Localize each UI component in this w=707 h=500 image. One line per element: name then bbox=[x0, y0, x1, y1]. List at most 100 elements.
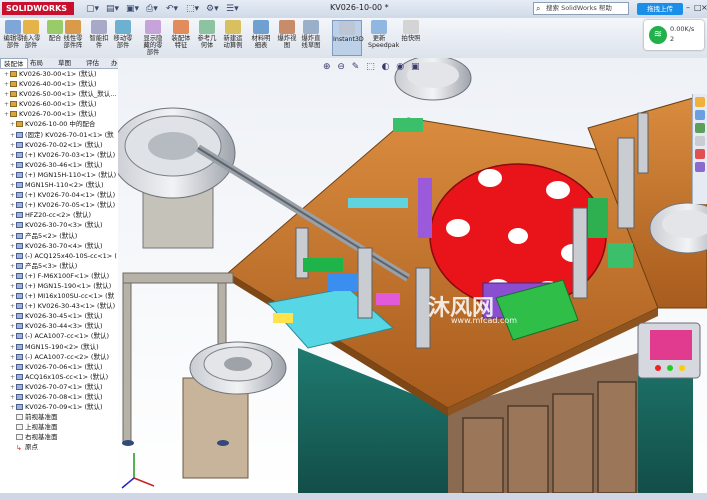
tree-item[interactable]: + KV026-70-09<1> (默认) bbox=[0, 402, 118, 412]
command-manager-ribbon: 编辑零 部件 插入零 部件 配合 线性零 部件阵 智能扣 件移动零 部件 显示隐 藏的零 … bbox=[0, 18, 707, 59]
tree-item[interactable]: + MGN15H-110<2> (默认) bbox=[0, 180, 118, 190]
solidworks-logo: SOLIDWORKS bbox=[2, 2, 74, 15]
tree-item[interactable]: + (固定) KV026-70-01<1> (默 bbox=[0, 130, 118, 140]
tab-2[interactable]: 草图 bbox=[55, 58, 74, 68]
tree-item-label: 产品5<3> (默认) bbox=[25, 261, 78, 270]
tree-item[interactable]: + KV026-30-46<1> (默认) bbox=[0, 160, 118, 170]
assembly-icon bbox=[16, 121, 23, 128]
tree-item[interactable]: + 产品5<3> (默认) bbox=[0, 261, 118, 271]
ribbon-button-5[interactable]: 移动零 部件 bbox=[112, 20, 134, 49]
tree-item[interactable]: + KV026-70-06<1> (默认) bbox=[0, 362, 118, 372]
tree-item[interactable]: + KV026-30-70<3> (默认) bbox=[0, 220, 118, 230]
design-library-icon[interactable] bbox=[695, 110, 705, 120]
tree-item[interactable]: + (+) KV026-70-03<1> (默认) bbox=[0, 150, 118, 160]
assembly-icon bbox=[10, 101, 17, 108]
tree-item[interactable]: + (-) ACA1007-cc<2> (默认) bbox=[0, 352, 118, 362]
minimize-icon[interactable]: – bbox=[686, 3, 690, 12]
ribbon-button-9[interactable]: 新建运 动算例 bbox=[222, 20, 244, 49]
file-explorer-icon[interactable] bbox=[695, 123, 705, 133]
custom-properties-icon[interactable] bbox=[695, 162, 705, 172]
ribbon-button-14[interactable]: 更新 Speedpak bbox=[368, 20, 399, 49]
resources-icon[interactable] bbox=[695, 97, 705, 107]
task-pane-tabs[interactable] bbox=[692, 94, 707, 204]
tree-item[interactable]: + (+) KV026-30-43<1> (默认) bbox=[0, 301, 118, 311]
ribbon-button-15[interactable]: 拍快照 bbox=[400, 20, 422, 42]
ribbon-button-label: 线性零 部件阵 bbox=[63, 35, 83, 49]
options-icon[interactable]: ☰▾ bbox=[226, 2, 239, 16]
tab-0[interactable]: 装配体 bbox=[0, 58, 28, 68]
close-icon[interactable]: × bbox=[701, 3, 707, 12]
tree-item[interactable]: + KV026-70-00<1> (默认) bbox=[0, 109, 118, 119]
rebuild-icon[interactable]: ⚙▾ bbox=[206, 2, 219, 16]
ribbon-button-icon bbox=[371, 20, 387, 34]
tree-item[interactable]: + KV026-30-44<3> (默认) bbox=[0, 321, 118, 331]
tree-item[interactable]: + (+) KV026-70-04<1> (默认) bbox=[0, 190, 118, 200]
tree-item[interactable]: + (+) MGN15-190<1> (默认) bbox=[0, 281, 118, 291]
feature-manager-tree[interactable]: + KV026-30-00<1> (默认) + KV026-40-00<1> (默认)… bbox=[0, 69, 119, 494]
part-icon bbox=[16, 232, 23, 239]
ribbon-button-icon bbox=[253, 20, 269, 34]
new-file-icon[interactable]: ▢▾ bbox=[86, 2, 99, 16]
tree-item[interactable]: + 产品5<2> (默认) bbox=[0, 231, 118, 241]
select-icon[interactable]: ⬚▾ bbox=[186, 2, 199, 16]
frame-leg-left bbox=[122, 282, 132, 444]
tree-item[interactable]: + KV026-70-07<1> (默认) bbox=[0, 382, 118, 392]
ribbon-button-6[interactable]: 显示隐 藏的零 部件 bbox=[142, 20, 164, 56]
appearances-icon[interactable] bbox=[695, 149, 705, 159]
command-tabs: 装配体布局草图评估办公室产品 bbox=[0, 58, 118, 107]
part-icon bbox=[16, 404, 23, 411]
help-search-input[interactable]: ⌕ 搜索 SolidWorks 帮助 bbox=[533, 2, 629, 15]
tree-item[interactable]: + KV026-30-70<4> (默认) bbox=[0, 241, 118, 251]
tree-item[interactable]: + (+) MGN15H-110<1> (默认) bbox=[0, 170, 118, 180]
tab-3[interactable]: 评估 bbox=[83, 58, 102, 68]
tree-item[interactable]: + KV026-30-00<1> (默认) bbox=[0, 69, 118, 79]
ribbon-button-4[interactable]: 智能扣 件 bbox=[88, 20, 110, 49]
tree-item[interactable]: + KV026-10-00 中的配合 bbox=[0, 119, 118, 129]
tree-item-label: (+) F-M6X100F<1> (默认) bbox=[25, 271, 110, 280]
tree-item[interactable]: + (-) ACQ125x40-10S-cc<1> ( bbox=[0, 251, 118, 261]
ribbon-button-1[interactable]: 插入零 部件 bbox=[20, 20, 42, 49]
ribbon-button-11[interactable]: 爆炸视 图 bbox=[276, 20, 298, 49]
graphics-viewport[interactable]: ⊕ ⊖ ✎ ⬚ ◐ ◉ ▣ 沐风网 www.mfcad.com bbox=[118, 58, 707, 493]
tree-item[interactable]: + ACQ16x10S-cc<1> (默认) bbox=[0, 372, 118, 382]
ribbon-button-12[interactable]: 爆炸直 线草图 bbox=[300, 20, 322, 49]
ribbon-button-8[interactable]: 参考几 何体 bbox=[196, 20, 218, 49]
tree-item[interactable]: 右视基准面 bbox=[0, 432, 118, 442]
part-icon bbox=[16, 242, 23, 249]
tree-item[interactable]: + KV026-30-45<1> (默认) bbox=[0, 311, 118, 321]
tab-1[interactable]: 布局 bbox=[27, 58, 46, 68]
tree-item[interactable]: ↳ 原点 bbox=[0, 442, 118, 452]
tree-item[interactable]: + KV026-40-00<1> (默认) bbox=[0, 79, 118, 89]
ribbon-button-7[interactable]: 装配体 特征 bbox=[170, 20, 192, 49]
tree-item[interactable]: + MGN15-190<2> (默认) bbox=[0, 342, 118, 352]
print-icon[interactable]: ⎙▾ bbox=[146, 2, 158, 16]
tree-item-label: (+) MGN15H-110<1> (默认) bbox=[25, 170, 117, 179]
tree-item[interactable]: + KV026-60-00<1> (默认) bbox=[0, 99, 118, 109]
heads-up-view-toolbar[interactable]: ⊕ ⊖ ✎ ⬚ ◐ ◉ ▣ bbox=[323, 62, 422, 72]
tree-item[interactable]: 上视基准面 bbox=[0, 422, 118, 432]
tree-item[interactable]: + HFZ20-cc<2> (默认) bbox=[0, 210, 118, 220]
tree-item[interactable]: + KV026-50-00<1> (默认_默认... bbox=[0, 89, 118, 99]
tree-item[interactable]: + (+) MI16x100SU-cc<1> (默 bbox=[0, 291, 118, 301]
tree-item[interactable]: + (+) F-M6X100F<1> (默认) bbox=[0, 271, 118, 281]
ribbon-button-icon bbox=[91, 20, 107, 34]
tree-item[interactable]: + (+) KV026-70-05<1> (默认) bbox=[0, 200, 118, 210]
tree-item-label: KV026-50-00<1> (默认_默认... bbox=[19, 90, 117, 99]
save-icon[interactable]: ▣▾ bbox=[126, 2, 139, 16]
tree-item[interactable]: + (-) ACA1007-cc<1> (默认) bbox=[0, 331, 118, 341]
view-palette-icon[interactable] bbox=[695, 136, 705, 146]
tree-item[interactable]: + KV026-70-08<1> (默认) bbox=[0, 392, 118, 402]
ribbon-button-label: 参考几 何体 bbox=[197, 35, 217, 49]
download-speed: 2 bbox=[670, 35, 675, 43]
drag-upload-button[interactable]: 拖拽上传 bbox=[637, 3, 683, 15]
tree-item[interactable]: + KV026-70-02<1> (默认) bbox=[0, 140, 118, 150]
open-file-icon[interactable]: ▤▾ bbox=[106, 2, 119, 16]
ribbon-button-3[interactable]: 线性零 部件阵 bbox=[62, 20, 84, 49]
title-bar: SOLIDWORKS ▢▾ ▤▾ ▣▾ ⎙▾ ↶▾ ⬚▾ ⚙▾ ☰▾ KV026… bbox=[0, 0, 707, 19]
plane-icon bbox=[16, 424, 23, 431]
ribbon-button-10[interactable]: 材料明 细表 bbox=[250, 20, 272, 49]
undo-icon[interactable]: ↶▾ bbox=[166, 2, 178, 16]
hmi-control-panel bbox=[637, 322, 701, 379]
ribbon-button-13[interactable]: Instant3D bbox=[332, 20, 364, 56]
tree-item[interactable]: 前视基准面 bbox=[0, 412, 118, 422]
